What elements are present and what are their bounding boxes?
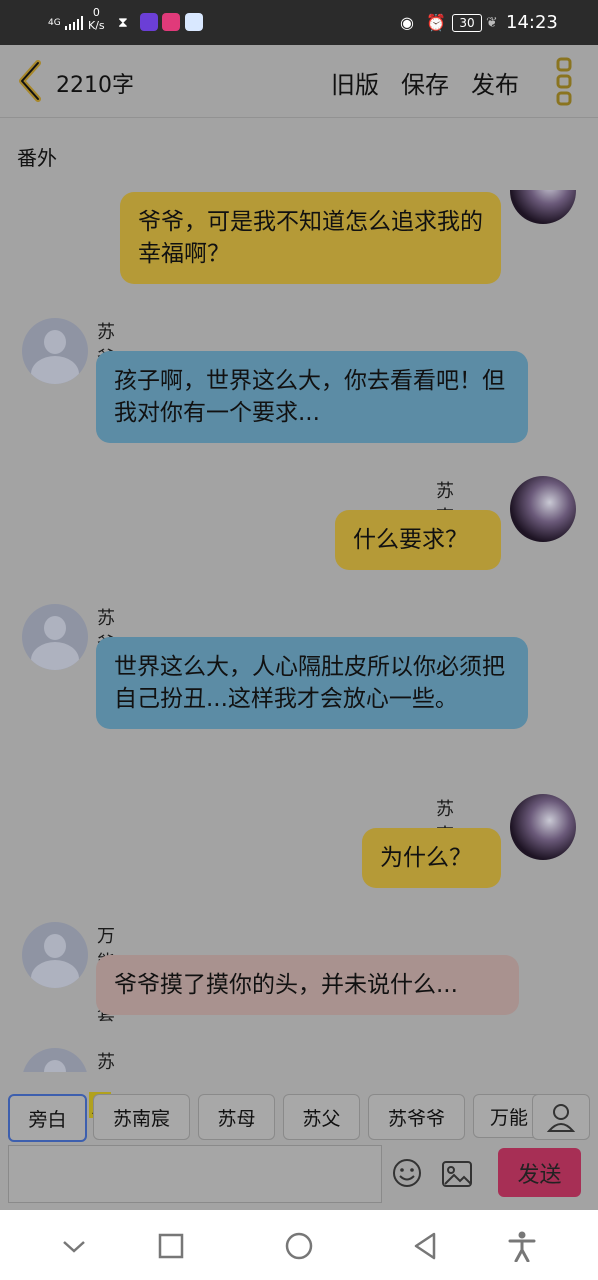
character-chip[interactable]: 苏爷爷 <box>368 1094 465 1140</box>
accessibility-icon[interactable] <box>506 1230 538 1262</box>
chapter-title-bar[interactable]: 番外 <box>0 118 598 192</box>
emoji-icon[interactable] <box>392 1158 422 1188</box>
avatar[interactable] <box>510 794 576 860</box>
power-saving-icon: ❦ <box>486 14 498 31</box>
avatar[interactable] <box>22 922 88 988</box>
avatar[interactable] <box>22 318 88 384</box>
character-selector: 旁白 主 苏南宸 苏母 苏父 苏爷爷 万能 <box>0 1072 598 1142</box>
character-chip[interactable]: 苏父 <box>283 1094 360 1140</box>
old-version-button[interactable]: 旧版 <box>331 65 379 100</box>
game-app-icon <box>162 13 180 31</box>
avatar[interactable] <box>510 190 576 224</box>
chapter-title: 番外 <box>17 146 57 170</box>
speed-unit: K/s <box>88 19 105 32</box>
message-bubble[interactable]: 世界这么大，人心隔肚皮所以你必须把自己扮丑...这样我才会放心一些。 <box>96 637 528 729</box>
narration-chip[interactable]: 旁白 <box>8 1094 87 1142</box>
publish-button[interactable]: 发布 <box>471 65 519 100</box>
back-icon[interactable] <box>410 1230 442 1262</box>
save-button[interactable]: 保存 <box>401 65 449 100</box>
hourglass-icon: ⧗ <box>118 14 128 31</box>
system-nav-bar <box>0 1210 598 1280</box>
chat-list[interactable]: 爷爷，可是我不知道怎么追求我的幸福啊？ 苏爷爷 孩子啊，世界这么大，你去看看吧！… <box>0 190 598 1072</box>
status-bar: 4G 0 K/s ⧗ ◉ ⏰ 30 ❦ 14:23 <box>0 0 598 45</box>
manage-characters-button[interactable] <box>532 1094 590 1140</box>
character-chip[interactable]: 苏南宸 <box>93 1094 190 1140</box>
clock: 14:23 <box>506 12 558 33</box>
image-icon[interactable] <box>441 1160 473 1188</box>
chevron-down-icon[interactable] <box>58 1230 90 1262</box>
speed-value: 0 <box>92 6 100 19</box>
video-app-icon <box>140 13 158 31</box>
message-bubble[interactable]: 为什么？ <box>362 828 501 888</box>
speaker-name: 苏爷爷 <box>97 1052 115 1072</box>
battery-indicator: 30 <box>452 14 482 32</box>
send-button[interactable]: 发送 <box>498 1148 581 1197</box>
more-menu-icon[interactable] <box>556 57 574 107</box>
user-icon <box>546 1104 576 1132</box>
message-bubble[interactable]: 爷爷，可是我不知道怎么追求我的幸福啊？ <box>120 192 501 284</box>
back-chevron-icon[interactable] <box>14 59 48 103</box>
editor-header: 2210字 旧版 保存 发布 <box>0 45 598 118</box>
signal-icon <box>64 15 83 30</box>
network-indicator: 4G <box>48 0 87 45</box>
message-bubble[interactable]: 孩子啊，世界这么大，你去看看吧！但我对你有一个要求... <box>96 351 528 443</box>
avatar[interactable] <box>22 604 88 670</box>
recent-apps-icon[interactable] <box>155 1230 187 1262</box>
avatar[interactable] <box>510 476 576 542</box>
home-icon[interactable] <box>283 1230 315 1262</box>
character-chip[interactable]: 苏母 <box>198 1094 275 1140</box>
eye-comfort-icon: ◉ <box>400 13 414 32</box>
avatar[interactable] <box>22 1048 88 1072</box>
word-count: 2210字 <box>56 73 134 98</box>
baidu-app-icon <box>185 13 203 31</box>
message-bubble[interactable]: 什么要求？ <box>335 510 501 570</box>
message-input[interactable] <box>8 1145 382 1203</box>
composer: 发送 <box>0 1142 598 1210</box>
network-speed: 0 K/s <box>88 6 105 32</box>
network-type: 4G <box>48 17 61 28</box>
alarm-icon: ⏰ <box>426 13 446 32</box>
message-bubble[interactable]: 爷爷摸了摸你的头，并未说什么... <box>96 955 519 1015</box>
